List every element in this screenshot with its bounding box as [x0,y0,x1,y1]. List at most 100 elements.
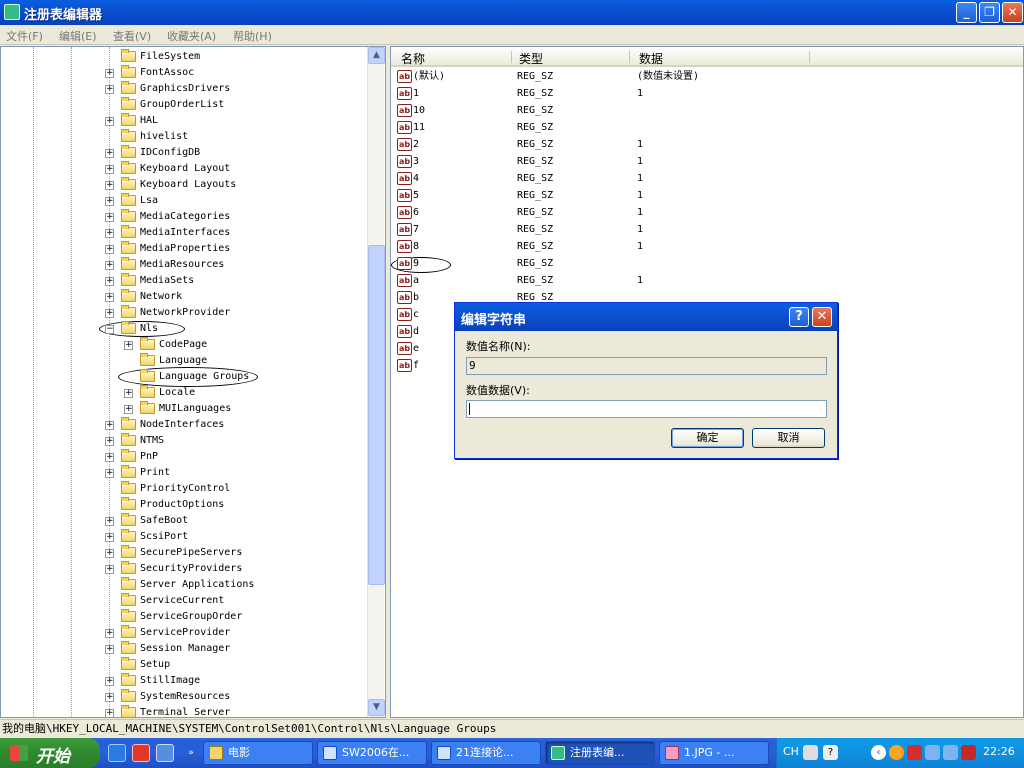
menu-view[interactable]: 查看(V) [113,28,151,44]
expand-icon[interactable]: + [105,117,114,126]
expand-icon[interactable]: + [105,709,114,717]
tree-item[interactable]: Server Applications [1,577,367,593]
value-row[interactable]: ab 6 REG_SZ 1 [391,204,1023,221]
column-data[interactable]: 数据 [639,50,663,67]
close-button[interactable]: ✕ [1002,2,1023,23]
tree-item[interactable]: + SafeBoot [1,513,367,529]
expand-icon[interactable]: + [105,309,114,318]
expand-tray-icon[interactable]: ‹ [871,745,886,760]
expand-icon[interactable]: + [105,245,114,254]
collapse-icon[interactable]: − [105,325,114,334]
tree-item[interactable]: + Lsa [1,193,367,209]
ok-button[interactable]: 确定 [671,428,744,448]
tree-item[interactable]: + Terminal Server [1,705,367,717]
task-regedit[interactable]: 注册表编... [545,741,655,765]
value-row[interactable]: ab (默认) REG_SZ (数值未设置) [391,68,1023,85]
tree-item[interactable]: + Locale [1,385,367,401]
key-tree[interactable]: FileSystem + FontAssoc + GraphicsDrivers Grou… [0,46,386,718]
clock[interactable]: 22:26 [983,745,1015,758]
tree-item[interactable]: + GraphicsDrivers [1,81,367,97]
scroll-thumb[interactable] [368,245,385,585]
expand-icon[interactable]: + [105,693,114,702]
menu-help[interactable]: 帮助(H) [233,28,272,44]
expand-icon[interactable]: + [105,421,114,430]
scroll-up-button[interactable]: ▲ [368,47,385,64]
expand-icon[interactable]: + [105,677,114,686]
expand-icon[interactable]: + [105,437,114,446]
column-separator[interactable] [809,51,810,63]
expand-icon[interactable]: + [105,277,114,286]
expand-icon[interactable]: + [105,533,114,542]
task-image-viewer[interactable]: 1.JPG - ... [659,741,769,765]
expand-icon[interactable]: + [105,149,114,158]
tree-scrollbar[interactable]: ▲ ▼ [367,47,385,717]
expand-icon[interactable]: + [105,213,114,222]
expand-icon[interactable]: + [105,229,114,238]
expand-icon[interactable]: + [105,181,114,190]
expand-icon[interactable]: + [124,389,133,398]
column-separator[interactable] [629,51,630,63]
help-button[interactable]: ? [789,307,809,327]
menu-file[interactable]: 文件(F) [6,28,43,44]
expand-icon[interactable]: + [105,565,114,574]
dialog-title-bar[interactable]: 编辑字符串 ? ✕ [455,303,837,331]
expand-quicklaunch-icon[interactable]: » [182,744,200,762]
value-row[interactable]: ab 11 REG_SZ [391,119,1023,136]
tree-item[interactable]: + MediaResources [1,257,367,273]
tree-item[interactable]: ServiceGroupOrder [1,609,367,625]
expand-icon[interactable]: + [105,85,114,94]
messenger-icon[interactable] [889,745,904,760]
task-doc-21[interactable]: 21连接论... [431,741,541,765]
tree-item[interactable]: + IDConfigDB [1,145,367,161]
tree-item[interactable]: + SecurePipeServers [1,545,367,561]
tree-item[interactable]: − Nls [1,321,367,337]
tree-item[interactable]: Setup [1,657,367,673]
tree-item[interactable]: ServiceCurrent [1,593,367,609]
expand-icon[interactable]: + [105,645,114,654]
expand-icon[interactable]: + [105,261,114,270]
tree-item[interactable]: + NTMS [1,433,367,449]
pdf-icon[interactable] [907,745,922,760]
expand-icon[interactable]: + [124,341,133,350]
value-row[interactable]: ab 8 REG_SZ 1 [391,238,1023,255]
value-row[interactable]: ab 4 REG_SZ 1 [391,170,1023,187]
value-row[interactable]: ab 1 REG_SZ 1 [391,85,1023,102]
tree-item[interactable]: FileSystem [1,49,367,65]
tree-item[interactable]: Language [1,353,367,369]
tree-item[interactable]: + ScsiPort [1,529,367,545]
tree-item[interactable]: + HAL [1,113,367,129]
tree-item[interactable]: + NodeInterfaces [1,417,367,433]
expand-icon[interactable]: + [105,549,114,558]
restore-button[interactable]: ❐ [979,2,1000,23]
expand-icon[interactable]: + [105,69,114,78]
column-name[interactable]: 名称 [401,50,425,67]
tree-item[interactable]: PriorityControl [1,481,367,497]
tree-item[interactable]: hivelist [1,129,367,145]
value-row[interactable]: ab 2 REG_SZ 1 [391,136,1023,153]
cancel-button[interactable]: 取消 [752,428,825,448]
column-type[interactable]: 类型 [519,50,543,67]
expand-icon[interactable]: + [124,405,133,414]
language-indicator[interactable]: CH [783,745,799,758]
start-button[interactable]: 开始 [0,738,100,768]
expand-icon[interactable]: + [105,197,114,206]
tree-item[interactable]: + Keyboard Layout [1,161,367,177]
help-tray-icon[interactable]: ? [823,745,838,760]
tree-item[interactable]: + NetworkProvider [1,305,367,321]
expand-icon[interactable]: + [105,629,114,638]
value-row[interactable]: ab 7 REG_SZ 1 [391,221,1023,238]
value-data-input[interactable] [466,400,827,418]
tree-item[interactable]: + MediaProperties [1,241,367,257]
value-row[interactable]: ab 3 REG_SZ 1 [391,153,1023,170]
scroll-down-button[interactable]: ▼ [368,699,385,716]
value-row[interactable]: ab a REG_SZ 1 [391,272,1023,289]
download-icon[interactable] [156,744,174,762]
dialog-close-button[interactable]: ✕ [812,307,832,327]
tree-item[interactable]: + SecurityProviders [1,561,367,577]
shortcut-app-icon[interactable] [132,744,150,762]
internet-explorer-icon[interactable] [108,744,126,762]
expand-icon[interactable]: + [105,453,114,462]
value-row[interactable]: ab 10 REG_SZ [391,102,1023,119]
value-row[interactable]: ab 5 REG_SZ 1 [391,187,1023,204]
keyboard-icon[interactable] [803,745,818,760]
